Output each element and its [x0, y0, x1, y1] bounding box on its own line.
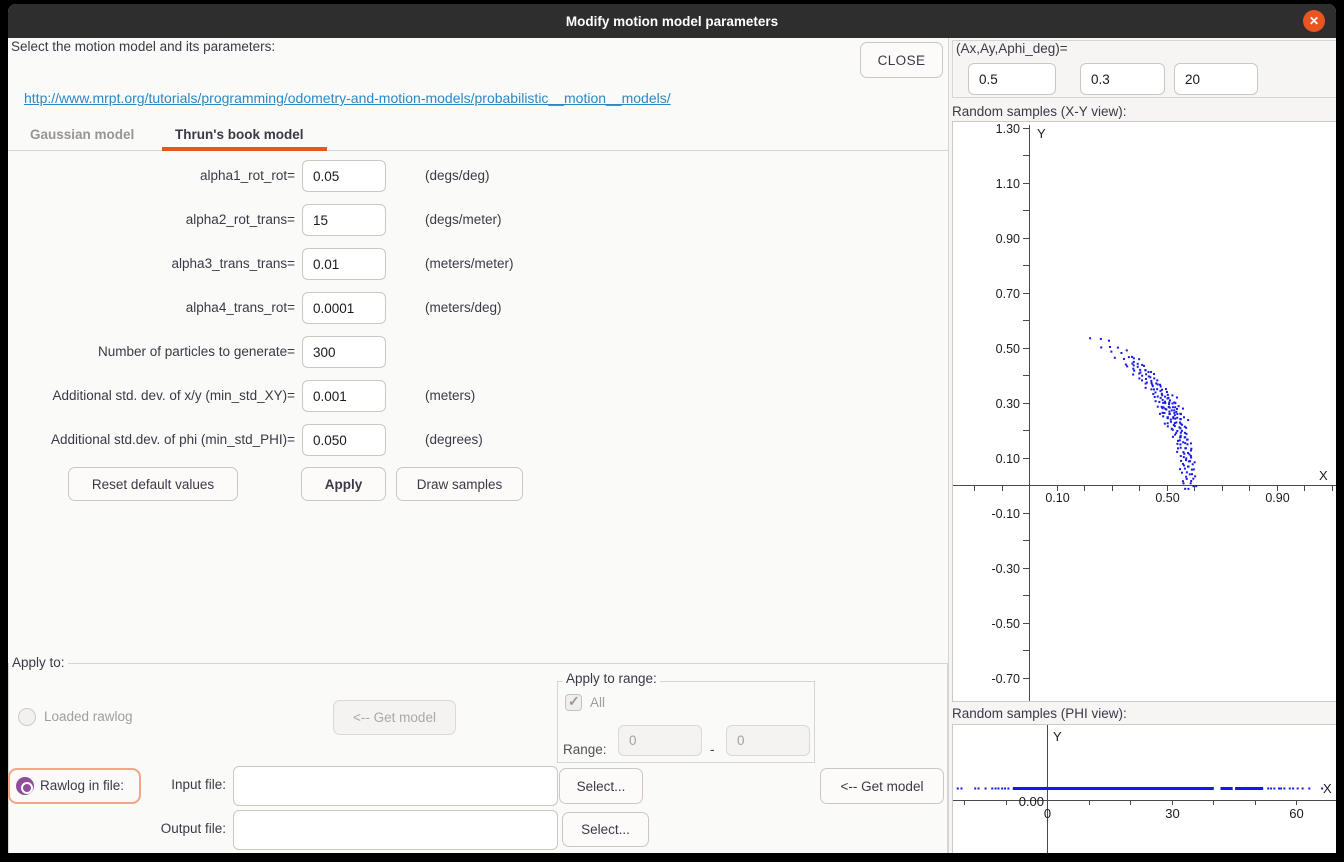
- param-input-alpha4[interactable]: [302, 292, 386, 324]
- svg-text:0.90: 0.90: [996, 232, 1020, 246]
- svg-text:60: 60: [1289, 806, 1303, 821]
- param-input-min-std-xy[interactable]: [302, 380, 386, 412]
- svg-text:-0.70: -0.70: [992, 672, 1021, 686]
- xy-view-title: Random samples (X-Y view):: [952, 104, 1127, 119]
- param-input-alpha2[interactable]: [302, 204, 386, 236]
- svg-text:0.90: 0.90: [1265, 491, 1289, 505]
- range-to-input: [726, 725, 810, 756]
- svg-text:-0.10: -0.10: [992, 507, 1021, 521]
- window-title: Modify motion model parameters: [566, 14, 778, 29]
- phi-chart: 0 30 60 0.00 Y X: [952, 724, 1336, 853]
- svg-text:0.70: 0.70: [996, 287, 1020, 301]
- instruction-label: Select the motion model and its paramete…: [11, 39, 275, 54]
- delta-label: (Ax,Ay,Aphi_deg)=: [956, 41, 1068, 56]
- svg-text:0.30: 0.30: [996, 397, 1020, 411]
- svg-text:0: 0: [1044, 806, 1051, 821]
- svg-text:X: X: [1323, 781, 1332, 796]
- ay-input[interactable]: [1080, 63, 1165, 95]
- param-label-alpha3: alpha3_trans_trans=: [8, 248, 295, 280]
- tutorial-link[interactable]: http://www.mrpt.org/tutorials/programmin…: [24, 90, 671, 106]
- param-label-alpha1: alpha1_rot_rot=: [8, 160, 295, 192]
- svg-text:0.00: 0.00: [1019, 794, 1044, 809]
- window-close-button[interactable]: [1303, 10, 1325, 32]
- rawlog-in-file-radio[interactable]: [16, 777, 34, 795]
- param-label-min-std-phi: Additional std.dev. of phi (min_std_PHI)…: [8, 424, 295, 456]
- phi-view-title: Random samples (PHI view):: [952, 706, 1127, 721]
- tab-gaussian-model[interactable]: Gaussian model: [30, 118, 134, 151]
- svg-text:-0.30: -0.30: [992, 562, 1021, 576]
- input-file-label: Input file:: [138, 777, 226, 792]
- dialog-content: Select the motion model and its paramete…: [8, 38, 1336, 853]
- svg-text:X: X: [1319, 468, 1328, 483]
- param-label-min-std-xy: Additional std. dev. of x/y (min_std_XY)…: [8, 380, 295, 412]
- param-label-particles: Number of particles to generate=: [8, 336, 295, 368]
- check-icon: [568, 693, 580, 710]
- titlebar: Modify motion model parameters: [8, 4, 1336, 38]
- param-label-alpha4: alpha4_trans_rot=: [8, 292, 295, 324]
- input-file-select-button[interactable]: Select...: [559, 768, 643, 804]
- output-file-input[interactable]: [233, 810, 558, 850]
- svg-text:Y: Y: [1053, 729, 1062, 744]
- loaded-rawlog-label: Loaded rawlog: [44, 709, 133, 724]
- reset-default-values-button[interactable]: Reset default values: [68, 467, 238, 501]
- xy-chart-svg: -0.70 -0.50 -0.30 -0.10 0.10 0.30 0.50 0.70 0.90…: [953, 122, 1336, 701]
- active-tab-indicator: [162, 147, 327, 151]
- all-checkbox: [565, 694, 582, 711]
- svg-text:0.50: 0.50: [996, 342, 1020, 356]
- svg-text:1.30: 1.30: [996, 122, 1020, 136]
- svg-text:0.10: 0.10: [1045, 491, 1069, 505]
- param-input-alpha1[interactable]: [302, 160, 386, 192]
- close-icon: [1309, 15, 1319, 27]
- close-button[interactable]: CLOSE: [860, 42, 943, 78]
- draw-samples-button[interactable]: Draw samples: [396, 467, 523, 501]
- range-label: Range:: [563, 734, 607, 765]
- svg-text:0.50: 0.50: [1155, 491, 1179, 505]
- apply-to-legend: Apply to:: [9, 655, 68, 670]
- rawlog-in-file-label: Rawlog in file:: [40, 778, 124, 793]
- param-unit-min-std-xy: (meters): [425, 380, 475, 412]
- output-file-select-button[interactable]: Select...: [562, 812, 649, 847]
- param-input-particles[interactable]: [302, 336, 386, 368]
- param-unit-alpha4: (meters/deg): [425, 292, 502, 324]
- loaded-rawlog-radio: [18, 708, 36, 726]
- all-checkbox-label: All: [590, 695, 605, 710]
- range-from-input: [618, 725, 702, 756]
- param-unit-alpha1: (degs/deg): [425, 160, 490, 192]
- apply-to-range-legend: Apply to range:: [563, 671, 660, 686]
- param-unit-alpha3: (meters/meter): [425, 248, 514, 280]
- get-model-button[interactable]: <-- Get model: [820, 768, 944, 804]
- apply-button[interactable]: Apply: [301, 467, 386, 501]
- svg-text:1.10: 1.10: [996, 177, 1020, 191]
- input-file-input[interactable]: [233, 766, 558, 806]
- svg-text:-0.50: -0.50: [992, 617, 1021, 631]
- tab-bar: Gaussian model Thrun's book model: [8, 118, 949, 151]
- dialog-window: Modify motion model parameters Select th…: [8, 4, 1336, 853]
- range-dash: -: [710, 734, 715, 765]
- svg-text:0.10: 0.10: [996, 452, 1020, 466]
- param-label-alpha2: alpha2_rot_trans=: [8, 204, 295, 236]
- phi-chart-svg: 0 30 60 0.00 Y X: [953, 725, 1336, 853]
- param-input-min-std-phi[interactable]: [302, 424, 386, 456]
- param-unit-alpha2: (degs/meter): [425, 204, 502, 236]
- svg-text:Y: Y: [1037, 126, 1046, 141]
- get-model-button-disabled: <-- Get model: [333, 700, 456, 735]
- ax-input[interactable]: [968, 63, 1056, 95]
- param-input-alpha3[interactable]: [302, 248, 386, 280]
- svg-text:30: 30: [1165, 806, 1179, 821]
- aphi-input[interactable]: [1174, 63, 1258, 95]
- xy-chart: -0.70 -0.50 -0.30 -0.10 0.10 0.30 0.50 0.70 0.90…: [952, 121, 1336, 702]
- output-file-label: Output file:: [138, 821, 226, 836]
- param-unit-min-std-phi: (degrees): [425, 424, 483, 456]
